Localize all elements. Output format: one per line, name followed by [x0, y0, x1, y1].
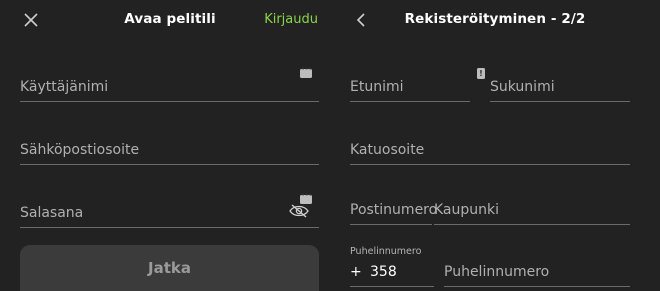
create-account-panel: Avaa pelitili Kirjaudu Käyttäjänimi Sähk…	[0, 0, 330, 291]
email-placeholder: Sähköpostiosoite	[20, 142, 140, 158]
registration-panel: Rekisteröityminen - 2/2 Etunimi ! Sukuni…	[330, 0, 660, 291]
continue-button[interactable]: Jatka	[20, 245, 319, 291]
first-name-placeholder: Etunimi	[350, 79, 404, 95]
login-link[interactable]: Kirjaudu	[264, 12, 318, 27]
country-code-select[interactable]: + 358	[350, 256, 434, 287]
page-title: Rekisteröityminen - 2/2	[404, 11, 586, 27]
last-name-placeholder: Sukunimi	[490, 79, 555, 95]
street-address-field[interactable]: Katuosoite	[350, 133, 630, 165]
hide-password-icon[interactable]	[288, 203, 310, 218]
street-address-placeholder: Katuosoite	[350, 142, 425, 158]
first-name-field[interactable]: Etunimi	[350, 70, 470, 102]
alert-icon: !	[477, 68, 485, 79]
postal-code-placeholder: Postinumero	[350, 202, 438, 218]
password-placeholder: Salasana	[20, 205, 84, 221]
plus-sign: +	[350, 264, 362, 280]
postal-code-field[interactable]: Postinumero	[350, 196, 437, 225]
country-code: 358	[370, 264, 397, 280]
username-placeholder: Käyttäjänimi	[20, 79, 109, 95]
password-field[interactable]: Salasana	[20, 196, 319, 228]
phone-number-field[interactable]: Puhelinnumero	[444, 256, 630, 287]
city-placeholder: Kaupunki	[434, 202, 500, 218]
last-name-field[interactable]: Sukunimi	[490, 70, 630, 102]
phone-number-placeholder: Puhelinnumero	[444, 264, 550, 280]
username-field[interactable]: Käyttäjänimi	[20, 70, 319, 102]
email-field[interactable]: Sähköpostiosoite	[20, 133, 319, 165]
city-field[interactable]: Kaupunki	[434, 196, 630, 225]
password-manager-icon[interactable]	[300, 65, 312, 78]
